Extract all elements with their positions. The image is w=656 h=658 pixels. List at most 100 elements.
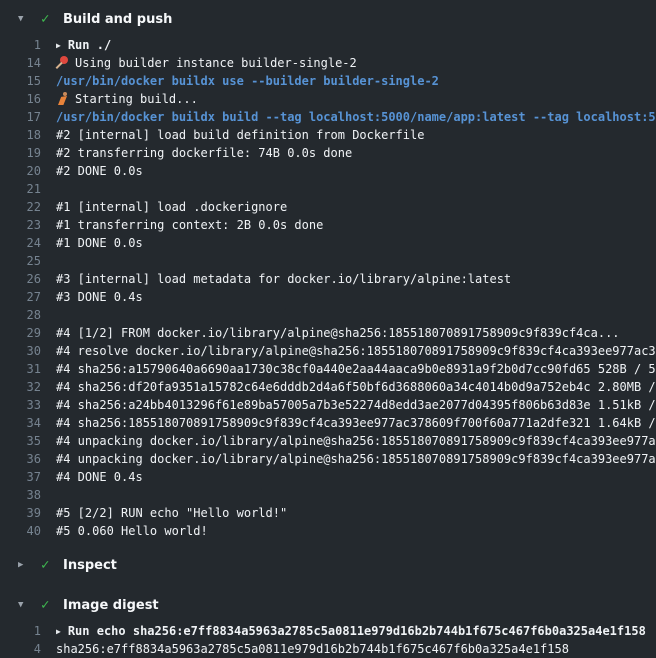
line-number[interactable]: 16: [0, 90, 41, 108]
log-line: 23 #1 transferring context: 2B 0.0s done: [0, 216, 656, 234]
line-number[interactable]: 1: [0, 36, 41, 54]
log-line: 14 Using builder instance builder-single…: [0, 54, 656, 72]
line-content: #4 sha256:df20fa9351a15782c64e6dddb2d4a6…: [56, 378, 656, 396]
line-number[interactable]: 21: [0, 180, 41, 198]
line-text: #3 DONE 0.4s: [56, 290, 143, 304]
line-number[interactable]: 29: [0, 324, 41, 342]
line-number[interactable]: 28: [0, 306, 41, 324]
log-line: 17 /usr/bin/docker buildx build --tag lo…: [0, 108, 656, 126]
log-line: 40 #5 0.060 Hello world!: [0, 522, 656, 540]
line-content: #5 0.060 Hello world!: [56, 522, 208, 540]
line-number[interactable]: 1: [0, 622, 41, 640]
log-line: 28: [0, 306, 656, 324]
line-text: sha256:e7ff8834a5963a2785c5a0811e979d16b…: [56, 642, 569, 656]
chevron-down-icon[interactable]: ▼: [18, 600, 41, 610]
line-number[interactable]: 36: [0, 450, 41, 468]
log-line: 22 #1 [internal] load .dockerignore: [0, 198, 656, 216]
log-line: 35 #4 unpacking docker.io/library/alpine…: [0, 432, 656, 450]
log-line: 31 #4 sha256:a15790640a6690aa1730c38cf0a…: [0, 360, 656, 378]
line-number[interactable]: 38: [0, 486, 41, 504]
line-number[interactable]: 4: [0, 640, 41, 658]
step-log-body: 1 ▶ Run ./ 14 Using builder instance buil…: [0, 34, 656, 540]
line-number[interactable]: 15: [0, 72, 41, 90]
line-number[interactable]: 40: [0, 522, 41, 540]
step-section-inspect: ▶ ✓ Inspect: [0, 550, 656, 580]
line-text: #4 [1/2] FROM docker.io/library/alpine@s…: [56, 326, 620, 340]
line-text: Starting build...: [75, 92, 198, 106]
log-line: 39 #5 [2/2] RUN echo "Hello world!": [0, 504, 656, 522]
chevron-right-icon[interactable]: ▶: [18, 560, 41, 570]
line-text: #2 [internal] load build definition from…: [56, 128, 424, 142]
step-header[interactable]: ▼ ✓ Build and push: [0, 4, 656, 34]
log-line: 36 #4 unpacking docker.io/library/alpine…: [0, 450, 656, 468]
workflow-log-viewer: ▼ ✓ Build and push 1 ▶Run ./ 14 Using bu…: [0, 4, 656, 658]
line-number[interactable]: 31: [0, 360, 41, 378]
step-title: Inspect: [63, 558, 117, 573]
line-text: #3 [internal] load metadata for docker.i…: [56, 272, 511, 286]
line-number[interactable]: 35: [0, 432, 41, 450]
line-text: #4 resolve docker.io/library/alpine@sha2…: [56, 344, 656, 358]
line-content: #1 transferring context: 2B 0.0s done: [56, 216, 323, 234]
line-content: Using builder instance builder-single-2: [56, 54, 357, 72]
log-line: 34 #4 sha256:185518070891758909c9f839cf4…: [0, 414, 656, 432]
line-number[interactable]: 23: [0, 216, 41, 234]
line-text: #5 [2/2] RUN echo "Hello world!": [56, 506, 287, 520]
line-number[interactable]: 27: [0, 288, 41, 306]
log-line: 37 #4 DONE 0.4s: [0, 468, 656, 486]
line-number[interactable]: 26: [0, 270, 41, 288]
step-log-body: 1 ▶ Run echo sha256:e7ff8834a5963a2785c5a…: [0, 620, 656, 658]
line-number[interactable]: 20: [0, 162, 41, 180]
line-number[interactable]: 34: [0, 414, 41, 432]
line-number[interactable]: 19: [0, 144, 41, 162]
line-number[interactable]: 33: [0, 396, 41, 414]
line-content: #2 [internal] load build definition from…: [56, 126, 424, 144]
line-text: #4 unpacking docker.io/library/alpine@sh…: [56, 452, 656, 466]
log-line: 33 #4 sha256:a24bb4013296f61e89ba57005a7…: [0, 396, 656, 414]
line-content: #1 DONE 0.0s: [56, 234, 143, 252]
line-text: #4 unpacking docker.io/library/alpine@sh…: [56, 434, 656, 448]
line-number[interactable]: 39: [0, 504, 41, 522]
log-line: 38: [0, 486, 656, 504]
log-line: 25: [0, 252, 656, 270]
line-number[interactable]: 30: [0, 342, 41, 360]
log-line: 1 ▶ Run echo sha256:e7ff8834a5963a2785c5a…: [0, 622, 656, 640]
line-number[interactable]: 17: [0, 108, 41, 126]
line-content: #4 resolve docker.io/library/alpine@sha2…: [56, 342, 656, 360]
line-content: #4 sha256:a24bb4013296f61e89ba57005a7b3e…: [56, 396, 656, 414]
line-text: Run ./: [68, 38, 111, 52]
line-number[interactable]: 37: [0, 468, 41, 486]
line-number[interactable]: 24: [0, 234, 41, 252]
chevron-down-icon[interactable]: ▼: [18, 14, 41, 24]
line-text: #1 transferring context: 2B 0.0s done: [56, 218, 323, 232]
line-text: Using builder instance builder-single-2: [75, 56, 357, 70]
line-content: /usr/bin/docker buildx build --tag local…: [56, 108, 656, 126]
line-text: #1 DONE 0.0s: [56, 236, 143, 250]
line-content: ▶ Run ./: [56, 36, 111, 54]
success-check-icon: ✓: [41, 597, 63, 613]
log-line: 26 #3 [internal] load metadata for docke…: [0, 270, 656, 288]
line-text: #4 sha256:a15790640a6690aa1730c38cf0a440…: [56, 362, 656, 376]
step-header[interactable]: ▼ ✓ Image digest: [0, 590, 656, 620]
step-title: Build and push: [63, 12, 172, 27]
line-number[interactable]: 25: [0, 252, 41, 270]
line-number[interactable]: 18: [0, 126, 41, 144]
line-text: #4 sha256:a24bb4013296f61e89ba57005a7b3e…: [56, 398, 656, 412]
step-title: Image digest: [63, 598, 159, 613]
expand-group-icon[interactable]: ▶: [56, 623, 61, 640]
line-text: Run echo sha256:e7ff8834a5963a2785c5a081…: [68, 624, 646, 638]
line-text: #5 0.060 Hello world!: [56, 524, 208, 538]
expand-group-icon[interactable]: ▶: [56, 37, 61, 54]
runner-icon: [56, 92, 69, 105]
log-line: 32 #4 sha256:df20fa9351a15782c64e6dddb2d…: [0, 378, 656, 396]
line-text: #2 DONE 0.0s: [56, 164, 143, 178]
line-content: #4 sha256:185518070891758909c9f839cf4ca3…: [56, 414, 656, 432]
line-text: #4 DONE 0.4s: [56, 470, 143, 484]
line-number[interactable]: 22: [0, 198, 41, 216]
line-content: #5 [2/2] RUN echo "Hello world!": [56, 504, 287, 522]
line-content: #3 DONE 0.4s: [56, 288, 143, 306]
line-text: #4 sha256:df20fa9351a15782c64e6dddb2d4a6…: [56, 380, 656, 394]
line-number[interactable]: 32: [0, 378, 41, 396]
step-section-build-and-push: ▼ ✓ Build and push 1 ▶ Run ./ 14 Using bu…: [0, 4, 656, 540]
step-header[interactable]: ▶ ✓ Inspect: [0, 550, 656, 580]
line-number[interactable]: 14: [0, 54, 41, 72]
